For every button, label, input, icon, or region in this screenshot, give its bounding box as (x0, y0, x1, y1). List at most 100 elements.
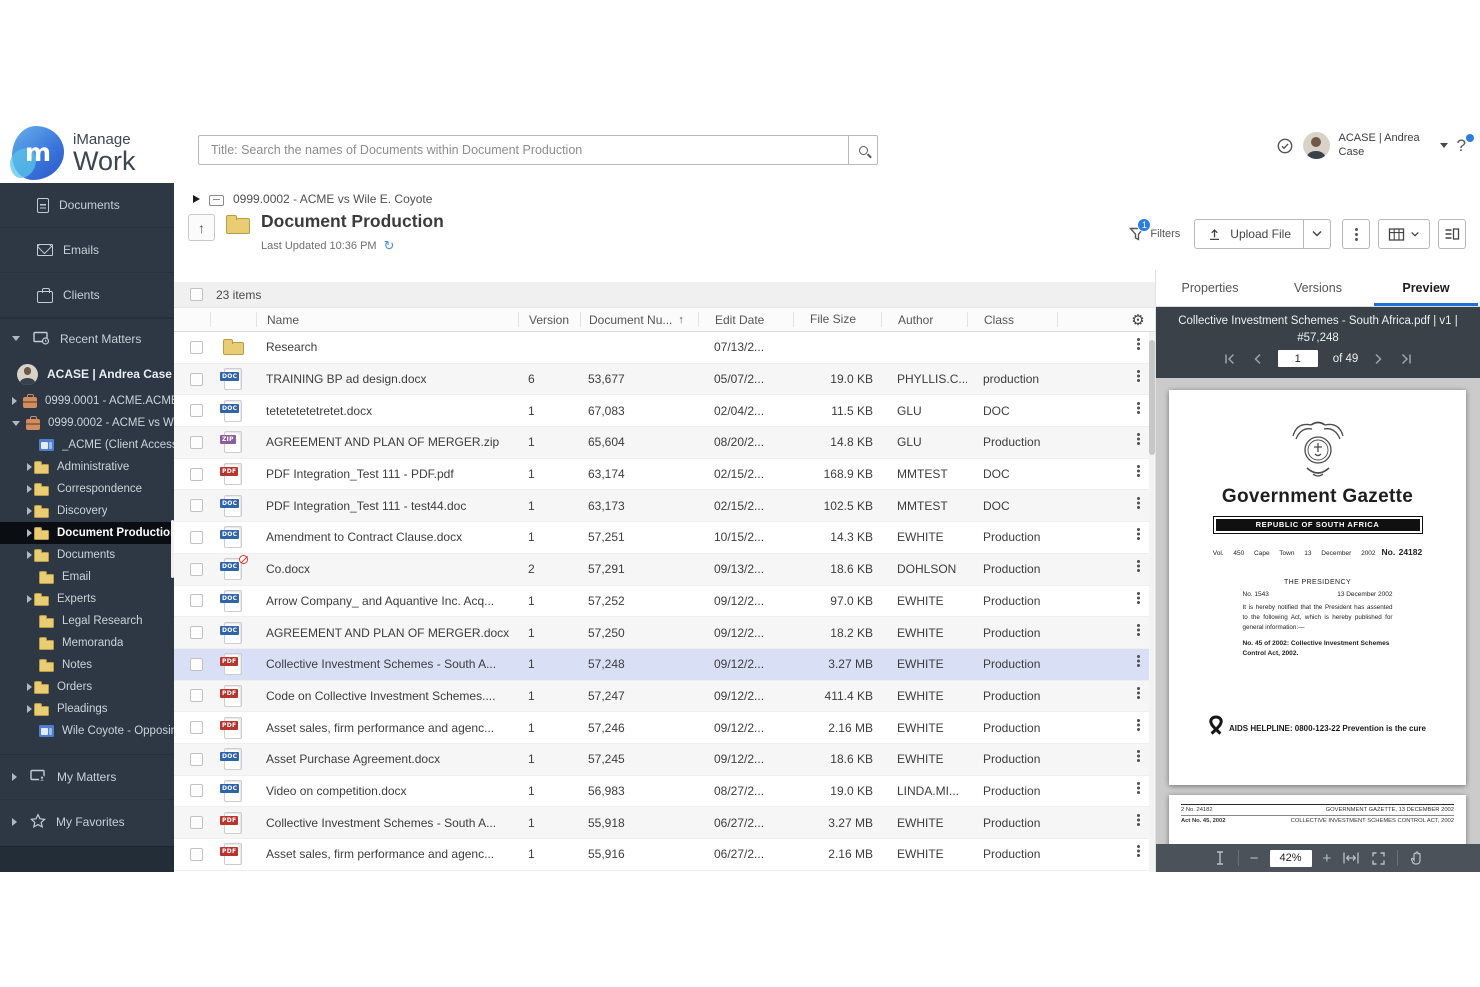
upload-options-button[interactable] (1304, 219, 1331, 249)
row-menu-icon[interactable] (1137, 782, 1140, 785)
first-page-icon[interactable] (1222, 352, 1236, 366)
table-row[interactable]: PDFCollective Investment Schemes - South… (174, 649, 1155, 681)
row-checkbox[interactable] (190, 658, 203, 671)
row-checkbox[interactable] (190, 816, 203, 829)
table-row[interactable]: DOCCo.docx257,29109/13/2...18.6 KBDOHLSO… (174, 554, 1155, 586)
zoom-in-icon[interactable]: + (1323, 851, 1332, 866)
table-row[interactable]: DOCtetetetetetretet.docx167,08302/04/2..… (174, 395, 1155, 427)
preview-body[interactable]: Government Gazette REPUBLIC OF SOUTH AFR… (1156, 378, 1480, 844)
row-menu-icon[interactable] (1137, 687, 1140, 690)
sidebar-item-emails[interactable]: Emails (0, 228, 174, 273)
badge-check-icon[interactable] (1276, 137, 1294, 155)
row-checkbox[interactable] (190, 436, 203, 449)
pan-icon[interactable] (1409, 850, 1423, 866)
zoom-level-input[interactable] (1270, 850, 1312, 867)
user-menu-caret-icon[interactable] (1440, 143, 1448, 148)
refresh-icon[interactable]: ↻ (384, 239, 395, 252)
prev-page-icon[interactable] (1251, 352, 1263, 366)
document-name[interactable]: AGREEMENT AND PLAN OF MERGER.zip (256, 435, 518, 449)
row-checkbox[interactable] (190, 563, 203, 576)
table-row[interactable]: DOCTRAINING BP ad design.docx653,67705/0… (174, 364, 1155, 396)
table-row[interactable]: DOCAmendment to Contract Clause.docx157,… (174, 522, 1155, 554)
filters-button[interactable]: 1 Filters (1128, 226, 1180, 243)
table-row[interactable]: DOCAGREEMENT AND PLAN OF MERGER.docx157,… (174, 617, 1155, 649)
column-header-name[interactable]: Name (256, 312, 518, 327)
table-row[interactable]: PDFAsset sales, firm performance and age… (174, 839, 1155, 871)
document-name[interactable]: Amendment to Contract Clause.docx (256, 530, 518, 544)
tree-item-orders[interactable]: Orders (0, 676, 174, 698)
row-menu-icon[interactable] (1137, 845, 1140, 848)
column-header-version[interactable]: Version (518, 312, 580, 327)
row-checkbox[interactable] (190, 848, 203, 861)
tree-item-wile-coyote-opposing[interactable]: Wile Coyote - Opposing (0, 720, 174, 742)
row-checkbox[interactable] (190, 626, 203, 639)
tree-item-experts[interactable]: Experts (0, 588, 174, 610)
column-header-document-number[interactable]: Document Nu... ↑ (580, 312, 698, 327)
document-name[interactable]: Co.docx (256, 562, 518, 576)
tab-versions[interactable]: Versions (1264, 270, 1372, 306)
document-name[interactable]: PDF Integration_Test 111 - test44.doc (256, 499, 518, 513)
row-menu-icon[interactable] (1137, 338, 1140, 341)
row-menu-icon[interactable] (1137, 592, 1140, 595)
row-checkbox[interactable] (190, 753, 203, 766)
chevron-right-icon[interactable] (12, 397, 17, 405)
row-menu-icon[interactable] (1137, 624, 1140, 627)
row-checkbox[interactable] (190, 499, 203, 512)
upload-file-button[interactable]: Upload File (1194, 219, 1304, 249)
help-icon[interactable]: ? (1457, 136, 1472, 156)
table-row[interactable]: PDFCode on Collective Investment Schemes… (174, 681, 1155, 713)
tree-item-administrative[interactable]: Administrative (0, 456, 174, 478)
settings-icon[interactable]: ⚙ (1131, 311, 1144, 329)
sidebar-item-clients[interactable]: Clients (0, 273, 174, 318)
row-menu-icon[interactable] (1137, 402, 1140, 405)
fit-width-icon[interactable] (1342, 851, 1360, 865)
row-menu-icon[interactable] (1137, 750, 1140, 753)
document-name[interactable]: tetetetetetretet.docx (256, 404, 518, 418)
table-row[interactable]: PDFCollective Investment Schemes - South… (174, 807, 1155, 839)
chevron-right-icon[interactable] (12, 818, 17, 826)
document-name[interactable]: Collective Investment Schemes - South A.… (256, 816, 518, 830)
column-header-file-size[interactable]: File Size (793, 312, 881, 327)
document-name[interactable]: Code on Collective Investment Schemes...… (256, 689, 518, 703)
chevron-right-icon[interactable] (27, 529, 32, 537)
sort-ascending-icon[interactable]: ↑ (678, 314, 684, 326)
row-menu-icon[interactable] (1137, 719, 1140, 722)
table-row[interactable]: Research07/13/2... (174, 332, 1155, 364)
row-checkbox[interactable] (190, 594, 203, 607)
chevron-right-icon[interactable] (27, 595, 32, 603)
row-menu-icon[interactable] (1137, 497, 1140, 500)
sidebar-user-item[interactable]: ACASE | Andrea Case (0, 358, 174, 390)
tree-item-memoranda[interactable]: Memoranda (0, 632, 174, 654)
table-row[interactable]: PDFPDF Integration_Test 111 - PDF.pdf163… (174, 459, 1155, 491)
chevron-right-icon[interactable] (27, 463, 32, 471)
select-all-checkbox[interactable] (190, 288, 203, 301)
document-name[interactable]: Arrow Company_ and Aquantive Inc. Acq... (256, 594, 518, 608)
column-header-class[interactable]: Class (967, 312, 1057, 327)
row-checkbox[interactable] (190, 404, 203, 417)
row-menu-icon[interactable] (1137, 560, 1140, 563)
sidebar-section-my-favorites[interactable]: My Favorites (0, 799, 174, 844)
chevron-right-icon[interactable] (27, 507, 32, 515)
table-row[interactable]: DOCPDF Integration_Test 111 - test44.doc… (174, 490, 1155, 522)
chevron-right-icon[interactable] (27, 683, 32, 691)
row-menu-icon[interactable] (1137, 814, 1140, 817)
table-row[interactable]: DOCAsset Purchase Agreement.docx157,2450… (174, 744, 1155, 776)
view-mode-button[interactable] (1378, 219, 1430, 249)
tree-item-0999-0002-acme-vs-wile[interactable]: 0999.0002 - ACME vs Wile (0, 412, 174, 434)
tree-item-notes[interactable]: Notes (0, 654, 174, 676)
tab-preview[interactable]: Preview (1372, 270, 1480, 306)
chevron-right-icon[interactable] (12, 773, 17, 781)
breadcrumb-label[interactable]: 0999.0002 - ACME vs Wile E. Coyote (233, 192, 432, 206)
chevron-down-icon[interactable] (12, 336, 20, 341)
row-menu-icon[interactable] (1137, 528, 1140, 531)
tree-item-discovery[interactable]: Discovery (0, 500, 174, 522)
chevron-down-icon[interactable] (12, 421, 20, 426)
tree-item-0999-0001-acme-acme-m[interactable]: 0999.0001 - ACME.ACME M (0, 390, 174, 412)
tree-item-email[interactable]: Email (0, 566, 174, 588)
tree-item-document-production[interactable]: Document Production (0, 522, 174, 544)
table-row[interactable]: DOCVideo on competition.docx156,98308/27… (174, 776, 1155, 808)
user-avatar[interactable] (1303, 132, 1330, 159)
sidebar-item-documents[interactable]: Documents (0, 183, 174, 228)
fullscreen-icon[interactable] (1371, 851, 1386, 866)
chevron-right-icon[interactable] (27, 485, 32, 493)
